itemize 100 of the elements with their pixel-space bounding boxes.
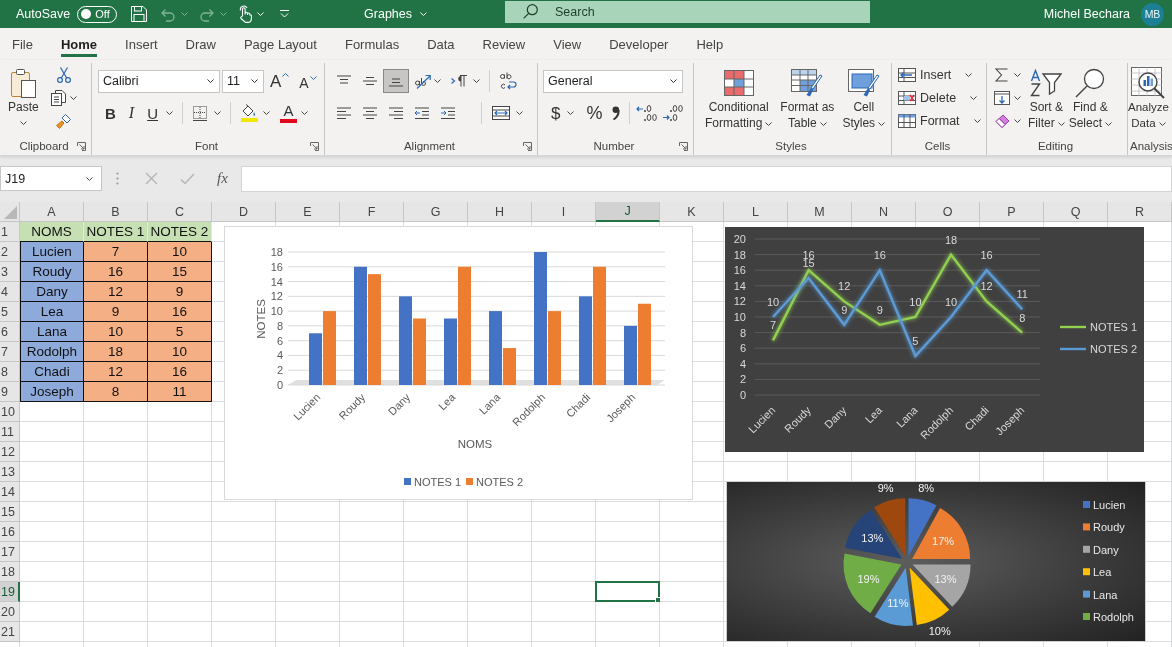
dialog-launcher-icon bbox=[679, 141, 688, 151]
fill-handle[interactable] bbox=[655, 597, 660, 602]
axis-title: NOMS bbox=[457, 438, 493, 450]
column-header[interactable]: A bbox=[20, 202, 84, 222]
row-header[interactable]: 2 bbox=[0, 242, 20, 262]
cell-styles-button[interactable]: Cell Styles bbox=[840, 63, 888, 137]
column-header[interactable]: E bbox=[276, 202, 340, 222]
caret-icon bbox=[251, 79, 258, 83]
caret-icon bbox=[420, 12, 427, 16]
column-header[interactable]: G bbox=[404, 202, 468, 222]
column-header[interactable]: B bbox=[84, 202, 148, 222]
insert-function-button[interactable]: fx bbox=[214, 170, 231, 187]
font-color-button[interactable]: A bbox=[275, 101, 313, 125]
find-select-button[interactable]: Find & Select bbox=[1066, 63, 1115, 137]
delete-cells-button[interactable]: Delete bbox=[895, 86, 984, 109]
bold-button[interactable]: B bbox=[100, 101, 121, 125]
row-header[interactable]: 1 bbox=[0, 222, 20, 242]
grow-font-button[interactable]: A bbox=[266, 69, 294, 93]
percent-button[interactable]: % bbox=[581, 101, 608, 125]
row-header[interactable]: 9 bbox=[0, 382, 20, 402]
column-header[interactable]: P bbox=[980, 202, 1044, 222]
dialog-launcher-button[interactable] bbox=[77, 141, 86, 151]
format-cells-icon bbox=[898, 113, 916, 128]
document-title[interactable]: Graphes bbox=[364, 7, 427, 21]
table-cell: 15 bbox=[148, 262, 212, 282]
row-header[interactable]: 7 bbox=[0, 342, 20, 362]
table-cell: Roudy bbox=[20, 262, 84, 282]
ribbon-tab[interactable]: Data bbox=[413, 28, 469, 60]
caret-icon bbox=[878, 121, 886, 126]
row-header[interactable]: 17 bbox=[0, 542, 20, 562]
column-header[interactable]: K bbox=[660, 202, 724, 222]
column-header[interactable]: Q bbox=[1044, 202, 1108, 222]
ribbon-tab[interactable]: Developer bbox=[595, 28, 683, 60]
row-header[interactable]: 5 bbox=[0, 302, 20, 322]
row-header[interactable]: 14 bbox=[0, 482, 20, 502]
ribbon-tab[interactable]: Review bbox=[468, 28, 540, 60]
ribbon-tab[interactable]: Formulas bbox=[330, 28, 414, 60]
touch-hand-icon bbox=[237, 5, 252, 23]
column-header[interactable]: D bbox=[212, 202, 276, 222]
column-header[interactable]: L bbox=[724, 202, 788, 222]
shrink-font-button[interactable]: A bbox=[295, 69, 321, 93]
row-header[interactable]: 12 bbox=[0, 442, 20, 462]
ribbon-tab[interactable]: Page Layout bbox=[229, 28, 331, 60]
format-cells-button[interactable]: Format bbox=[895, 109, 984, 132]
column-header[interactable]: C bbox=[148, 202, 212, 222]
font-name-dropdown[interactable]: Calibri bbox=[98, 69, 220, 93]
row-header[interactable]: 8 bbox=[0, 362, 20, 382]
row-header[interactable]: 10 bbox=[0, 402, 20, 422]
user-avatar[interactable]: MB bbox=[1141, 2, 1164, 26]
row-header[interactable]: 3 bbox=[0, 262, 20, 282]
row-header[interactable]: 4 bbox=[0, 282, 20, 302]
column-header[interactable]: R bbox=[1108, 202, 1172, 222]
insert-cells-button[interactable]: Insert bbox=[895, 63, 984, 86]
align-center-icon bbox=[362, 107, 378, 119]
row-header[interactable]: 13 bbox=[0, 462, 20, 482]
formula-input[interactable] bbox=[240, 165, 1172, 192]
ribbon-tab[interactable]: File bbox=[0, 28, 47, 60]
column-header[interactable]: N bbox=[852, 202, 916, 222]
data-label: 10 bbox=[766, 296, 780, 308]
number-format-dropdown[interactable]: General bbox=[543, 69, 683, 93]
dialog-launcher-button[interactable] bbox=[523, 141, 532, 151]
search-field[interactable]: Search bbox=[505, 1, 870, 23]
ribbon-tab[interactable]: Help bbox=[682, 28, 738, 60]
selected-cell[interactable] bbox=[595, 581, 660, 602]
row-header[interactable]: 19 bbox=[0, 582, 20, 602]
column-header[interactable]: M bbox=[788, 202, 852, 222]
format-as-table-button[interactable]: Format as Table bbox=[778, 63, 837, 137]
dialog-launcher-button[interactable] bbox=[679, 141, 688, 151]
analyze-data-button[interactable]: Analyze Data bbox=[1128, 63, 1169, 137]
conditional-formatting-button[interactable]: Conditional Formatting bbox=[703, 63, 775, 137]
row-header[interactable]: 21 bbox=[0, 622, 20, 642]
column-header[interactable]: J bbox=[596, 202, 660, 222]
column-header[interactable]: O bbox=[916, 202, 980, 222]
axis-tick-label: 12 bbox=[733, 295, 746, 308]
axis-tick-label: 2 bbox=[739, 373, 746, 386]
row-header[interactable]: 15 bbox=[0, 502, 20, 522]
ribbon-tab[interactable]: View bbox=[539, 28, 596, 60]
row-header[interactable]: 16 bbox=[0, 522, 20, 542]
underline-button[interactable]: U bbox=[142, 101, 178, 125]
column-header[interactable]: H bbox=[468, 202, 532, 222]
name-box[interactable]: J19 bbox=[0, 166, 102, 191]
italic-button[interactable]: I bbox=[123, 101, 140, 125]
font-size-dropdown[interactable]: 11 bbox=[222, 69, 264, 93]
data-label: 16 bbox=[873, 249, 886, 262]
row-header[interactable]: 18 bbox=[0, 562, 20, 582]
table-cell: 12 bbox=[84, 362, 148, 382]
ribbon-tab[interactable]: Insert bbox=[111, 28, 172, 60]
row-header[interactable]: 6 bbox=[0, 322, 20, 342]
sort-filter-button[interactable]: Sort & Filter bbox=[1026, 63, 1067, 137]
ribbon-tab[interactable]: Draw bbox=[171, 28, 230, 60]
paste-button[interactable]: Paste bbox=[5, 63, 42, 137]
user-name: Michel Bechara bbox=[1043, 7, 1130, 21]
dialog-launcher-button[interactable] bbox=[310, 141, 319, 151]
column-header[interactable]: F bbox=[340, 202, 404, 222]
ribbon-tab[interactable]: Home bbox=[46, 28, 112, 60]
row-header[interactable]: 20 bbox=[0, 602, 20, 622]
currency-button[interactable]: $ bbox=[546, 101, 580, 125]
table-cell: Lucien bbox=[20, 242, 84, 262]
row-header[interactable]: 11 bbox=[0, 422, 20, 442]
column-header[interactable]: I bbox=[532, 202, 596, 222]
